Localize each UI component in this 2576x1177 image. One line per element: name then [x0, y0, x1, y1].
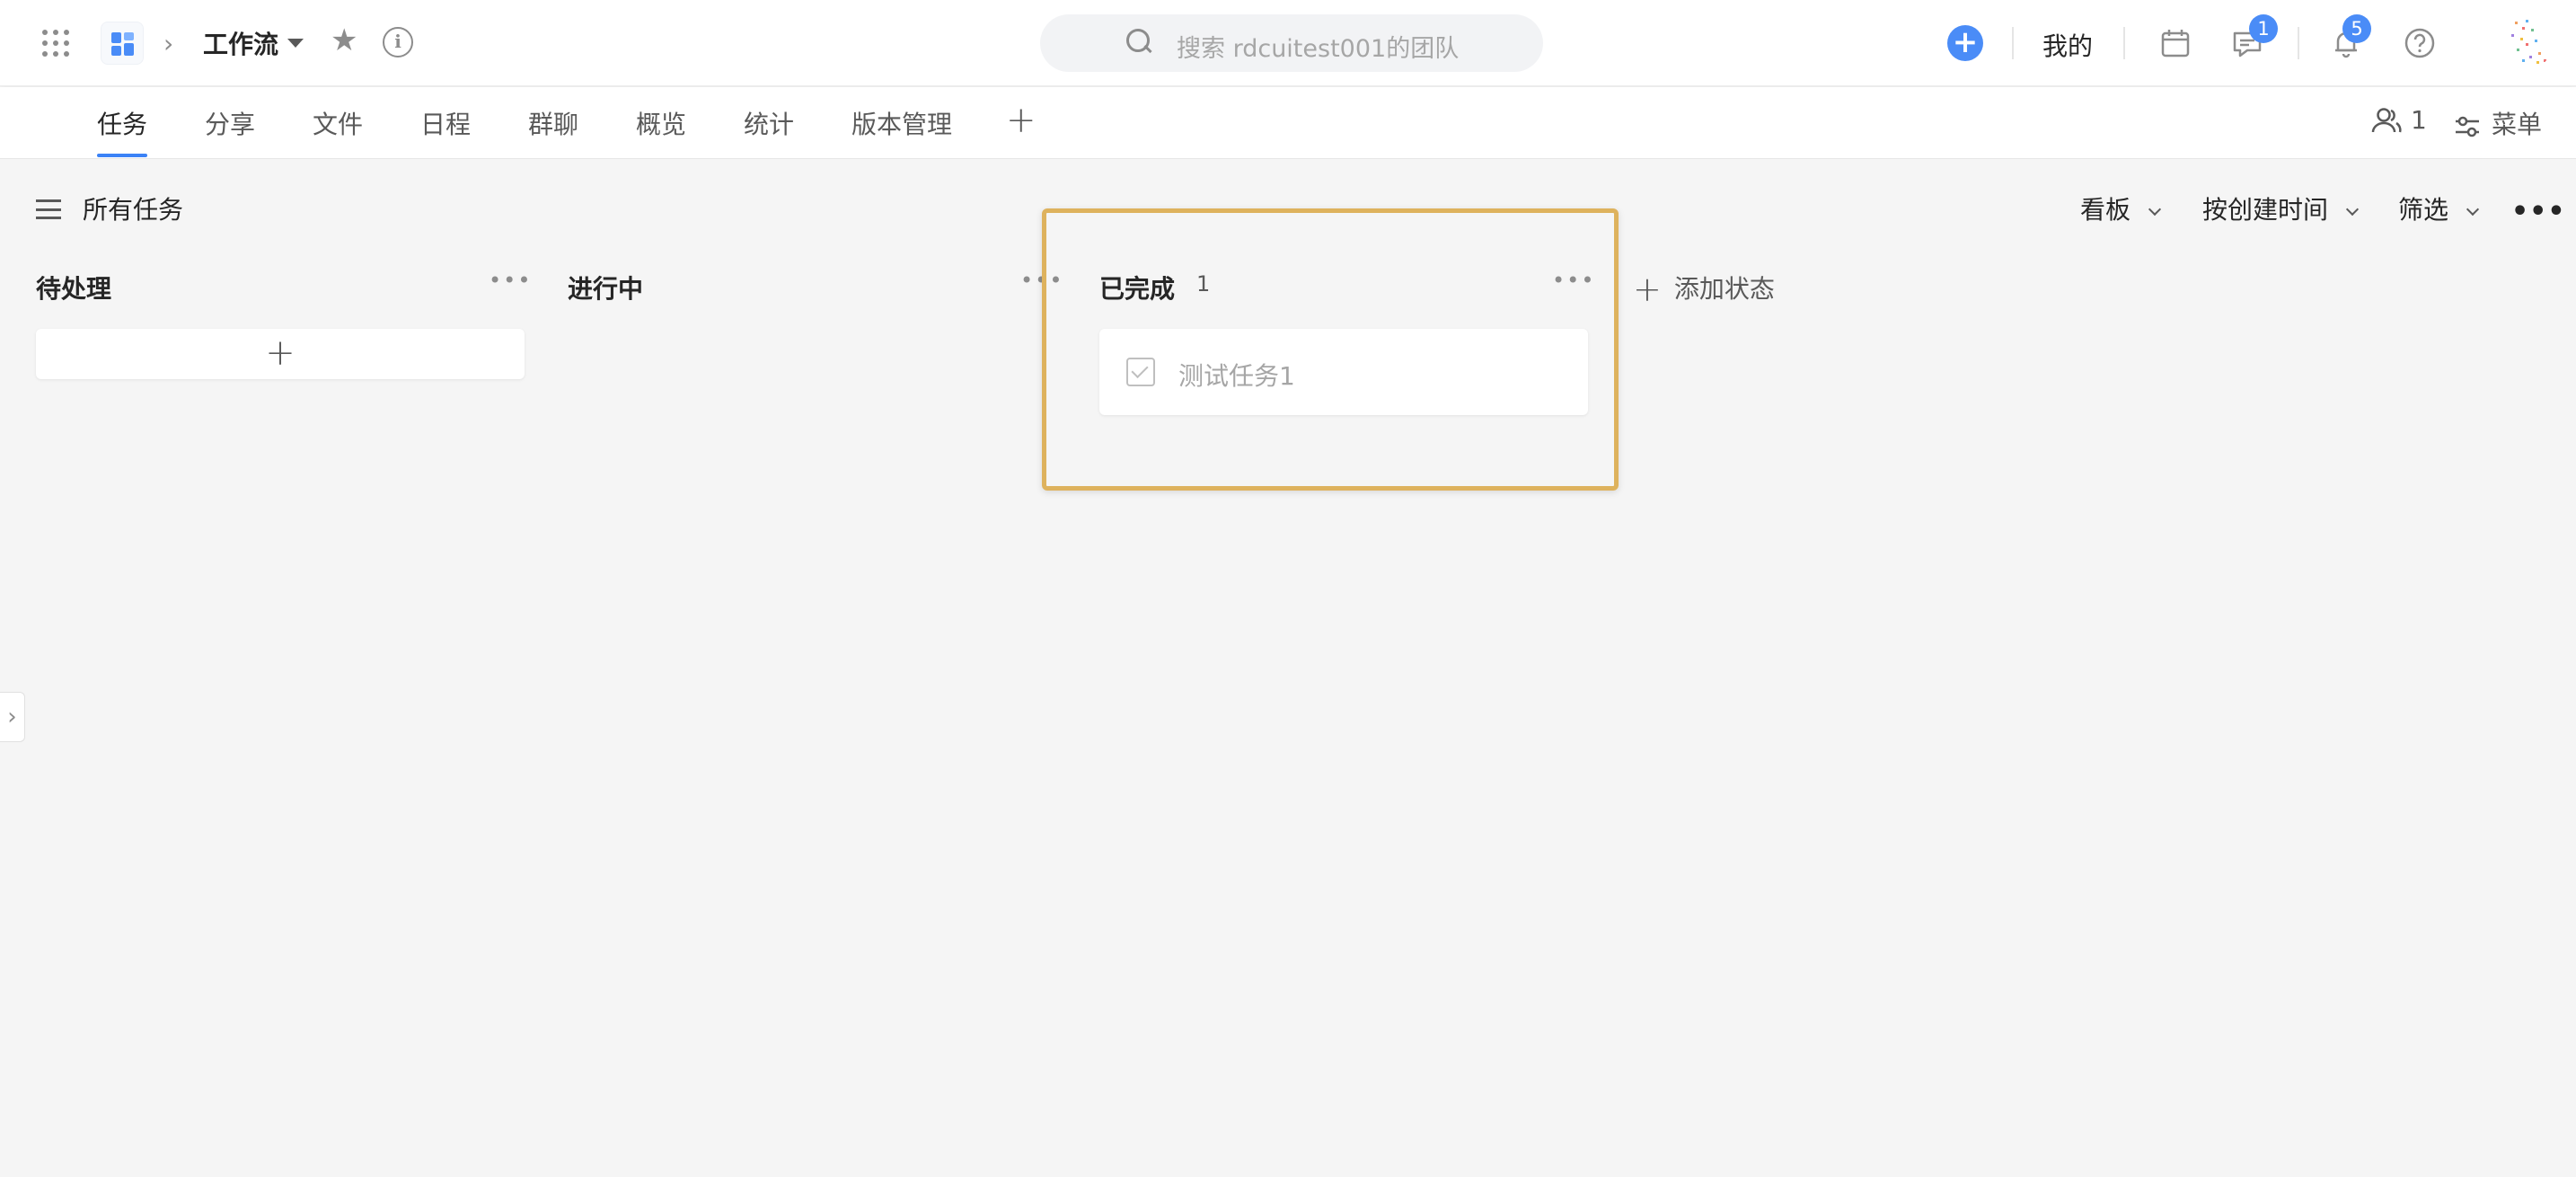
members-icon [2371, 108, 2402, 133]
more-options-icon[interactable]: ••• [2511, 196, 2566, 227]
apps-grid-icon[interactable] [40, 27, 72, 59]
filter-dropdown[interactable]: 筛选 [2398, 190, 2480, 226]
task-title: 测试任务1 [1178, 361, 1295, 391]
help-icon[interactable] [2402, 25, 2438, 61]
divider [2123, 27, 2125, 59]
tab-version-management[interactable]: 版本管理 [851, 105, 952, 141]
chevron-down-icon [2345, 202, 2360, 217]
filter-label: 筛选 [2398, 195, 2449, 225]
task-checkbox[interactable] [1126, 358, 1155, 386]
sort-dropdown[interactable]: 按创建时间 [2202, 190, 2360, 226]
add-status-label: 添加状态 [1673, 274, 1775, 304]
task-card[interactable]: 测试任务1 [1099, 329, 1588, 415]
info-icon[interactable]: i [383, 27, 413, 58]
notifications-badge: 5 [2342, 14, 2371, 43]
plus-icon: + [265, 332, 296, 374]
divider [2298, 27, 2299, 59]
divider [2012, 27, 2014, 59]
star-icon[interactable]: ★ [331, 25, 357, 56]
breadcrumb-chevron-icon: › [163, 29, 174, 58]
add-status-button[interactable]: + 添加状态 [1633, 270, 1775, 309]
search-placeholder: 搜索 rdcuitest001的团队 [1177, 35, 1460, 63]
active-tab-indicator [97, 154, 147, 157]
avatar[interactable] [2499, 16, 2553, 70]
calendar-icon[interactable] [2157, 25, 2193, 61]
column-more-icon[interactable]: ••• [1020, 268, 1063, 293]
column-more-icon[interactable]: ••• [1552, 268, 1595, 293]
tab-files[interactable]: 文件 [313, 105, 363, 141]
column-title-done: 已完成 [1099, 274, 1176, 304]
messages-badge: 1 [2249, 14, 2278, 43]
tab-group-chat[interactable]: 群聊 [528, 105, 578, 141]
tab-bar: 任务 分享 文件 日程 群聊 概览 统计 版本管理 + 1 菜单 [0, 87, 2576, 159]
tab-schedule[interactable]: 日程 [420, 105, 471, 141]
add-task-button[interactable]: + [36, 329, 525, 379]
hamburger-icon [36, 199, 61, 219]
member-count: 1 [2411, 105, 2427, 135]
project-dropdown-caret-icon[interactable] [287, 39, 304, 48]
project-logo-icon[interactable] [101, 22, 144, 65]
tab-statistics[interactable]: 统计 [744, 105, 794, 141]
menu-label: 菜单 [2492, 110, 2543, 139]
column-count-done: 1 [1196, 271, 1211, 296]
sort-label: 按创建时间 [2202, 195, 2329, 225]
chevron-down-icon [2148, 202, 2162, 217]
plus-circle-icon[interactable]: + [1947, 25, 1983, 61]
mine-link[interactable]: 我的 [2042, 27, 2093, 63]
sidebar-expand-handle[interactable]: › [0, 692, 25, 742]
search-input[interactable]: 搜索 rdcuitest001的团队 [1040, 14, 1543, 72]
all-tasks-label: 所有任务 [83, 195, 184, 225]
project-name[interactable]: 工作流 [203, 25, 278, 61]
column-title-todo: 待处理 [36, 274, 112, 304]
column-more-icon[interactable]: ••• [489, 268, 532, 293]
tab-overview[interactable]: 概览 [636, 105, 686, 141]
tab-share[interactable]: 分享 [205, 105, 255, 141]
settings-sliders-icon [2456, 116, 2479, 137]
view-dropdown[interactable]: 看板 [2080, 190, 2162, 226]
view-label: 看板 [2080, 195, 2131, 225]
top-bar: › 工作流 ★ i 搜索 rdcuitest001的团队 + 我的 1 5 [0, 0, 2576, 86]
tab-tasks[interactable]: 任务 [97, 105, 147, 141]
menu-button[interactable]: 菜单 [2454, 105, 2542, 141]
search-icon [1126, 29, 1151, 54]
chevron-down-icon [2466, 202, 2480, 217]
members-button[interactable]: 1 [2371, 105, 2427, 135]
plus-icon: + [1633, 270, 1662, 309]
add-tab-icon[interactable]: + [1006, 100, 1037, 141]
all-tasks-button[interactable]: 所有任务 [36, 190, 183, 226]
column-title-in-progress: 进行中 [568, 274, 644, 304]
